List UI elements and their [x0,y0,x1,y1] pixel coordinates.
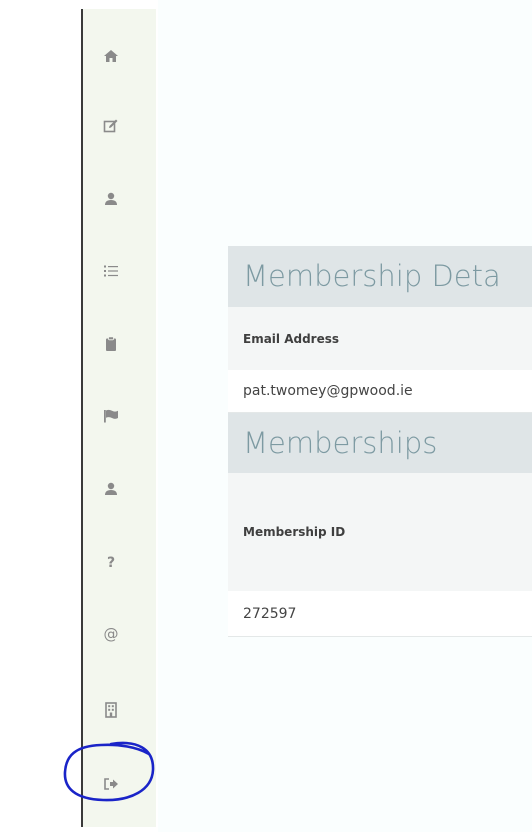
sidebar-item-edit[interactable] [101,116,121,136]
home-icon [104,50,118,62]
sidebar-item-profile[interactable] [101,189,121,209]
user-icon [105,482,117,495]
user-icon [105,192,117,205]
memberships-title: Memberships [228,413,532,473]
membership-details-title: Membership Deta [228,246,532,307]
sidebar-item-list[interactable] [101,261,121,281]
question-icon: ? [106,555,116,571]
edit-icon [103,119,118,133]
sidebar-item-flag[interactable] [101,406,121,426]
main-content: Membership Deta Email Address pat.twomey… [158,0,532,832]
sign-out-icon [104,778,118,790]
membership-id-label: Membership ID [228,473,532,591]
page: ? @ Membership Deta Email Address pat.tw… [0,0,532,832]
at-icon: @ [103,625,119,643]
building-icon [105,702,117,718]
membership-id-value: 272597 [228,591,532,637]
sidebar-item-clipboard[interactable] [101,334,121,354]
sidebar-item-building[interactable] [101,700,121,720]
sidebar-item-contact[interactable]: @ [101,624,121,644]
email-address-value: pat.twomey@gpwood.ie [228,370,532,413]
clipboard-icon [106,336,116,351]
sidebar-item-home[interactable] [101,46,121,66]
flag-icon [104,409,118,423]
sidebar-item-logout[interactable] [101,774,121,794]
sidebar-item-help[interactable]: ? [101,553,121,573]
email-address-label: Email Address [228,307,532,370]
sidebar-nav: ? @ [63,9,156,827]
list-icon [104,265,118,277]
logout-highlight-annotation [63,741,155,802]
sidebar-item-account[interactable] [101,479,121,499]
